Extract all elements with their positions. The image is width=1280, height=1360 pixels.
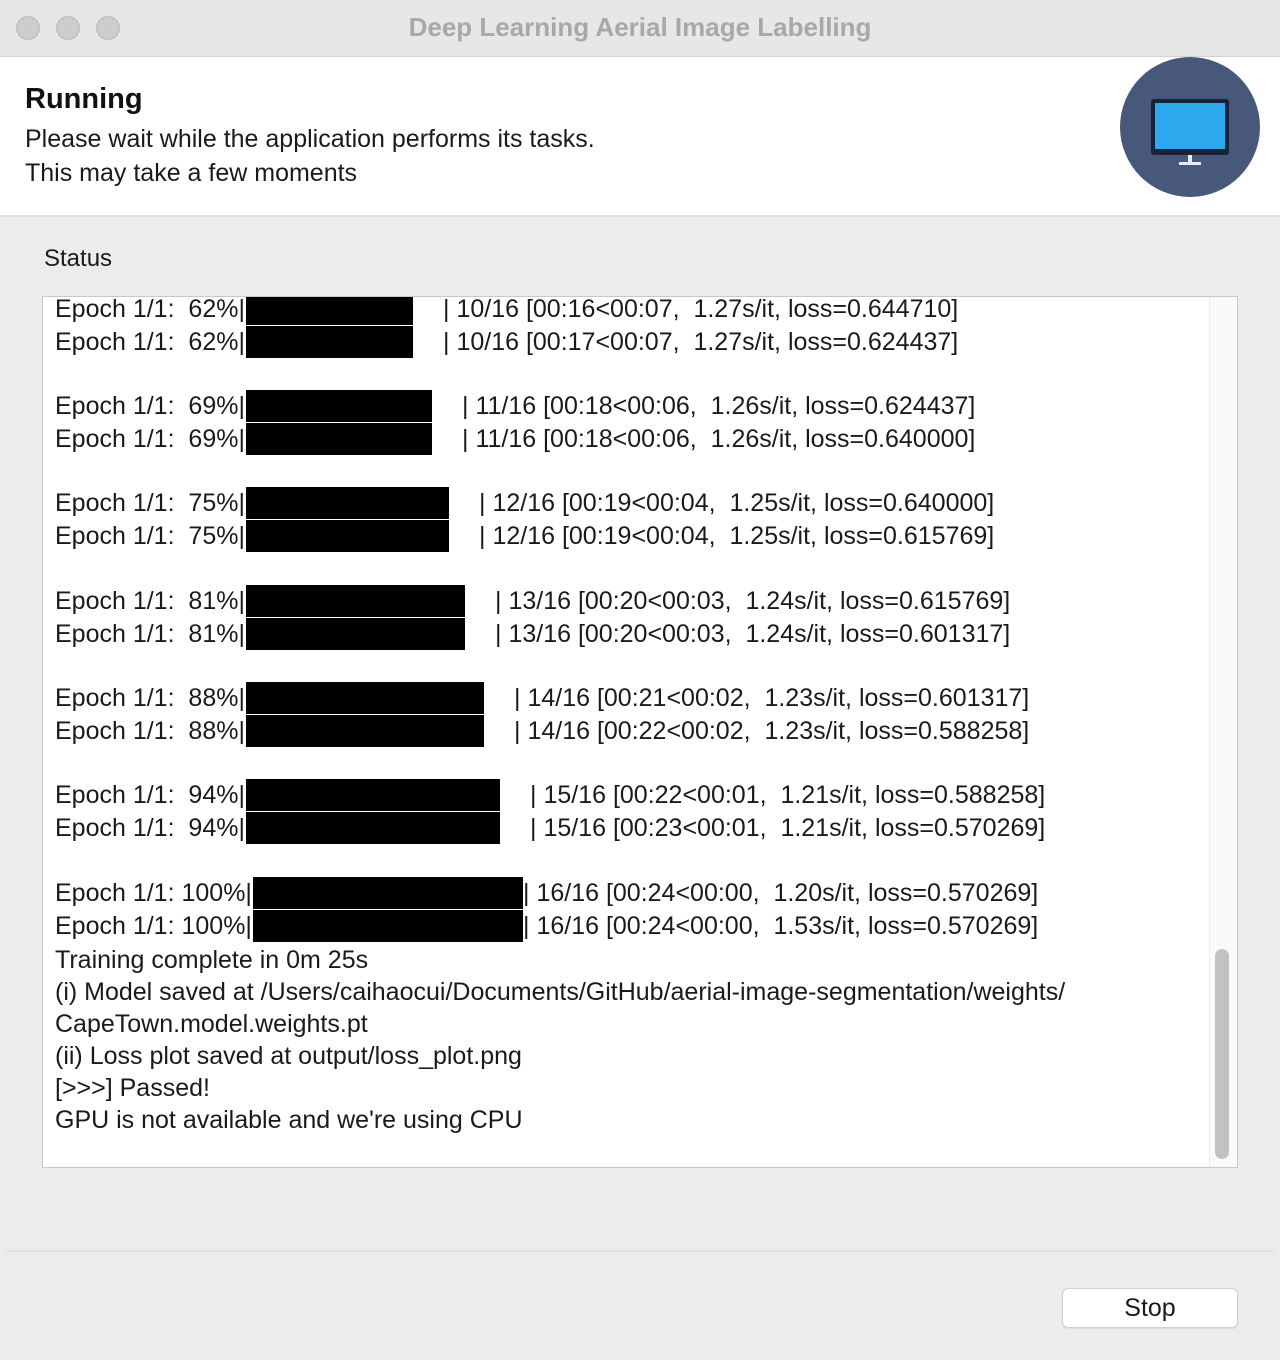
log-progress-detail: | 14/16 [00:21<00:02, 1.23s/it, loss=0.6… bbox=[514, 684, 1030, 712]
scrollbar-thumb[interactable] bbox=[1215, 949, 1229, 1159]
log-progress-line: Epoch 1/1: 75%| | 12/16 [00:19<00:04, 1.2… bbox=[55, 520, 1205, 552]
log-progress-prefix: Epoch 1/1: 94%| bbox=[55, 781, 245, 809]
log-progress-bar bbox=[253, 910, 523, 942]
log-summary-line: (ii) Loss plot saved at output/loss_plot… bbox=[55, 1042, 522, 1070]
title-bar: Deep Learning Aerial Image Labelling bbox=[0, 0, 1280, 57]
log-summary-line: GPU is not available and we're using CPU bbox=[55, 1106, 523, 1134]
log-progress-prefix: Epoch 1/1: 88%| bbox=[55, 717, 245, 745]
log-progress-prefix: Epoch 1/1: 100%| bbox=[55, 912, 252, 940]
log-progress-prefix: Epoch 1/1: 62%| bbox=[55, 328, 245, 356]
status-log[interactable]: Epoch 1/1: 62%| | 10/16 [00:16<00:07, 1.2… bbox=[42, 296, 1238, 1168]
log-progress-line: Epoch 1/1: 81%| | 13/16 [00:20<00:03, 1.2… bbox=[55, 585, 1205, 617]
log-progress-bar bbox=[246, 682, 484, 714]
log-progress-line: Epoch 1/1: 94%| | 15/16 [00:22<00:01, 1.2… bbox=[55, 779, 1205, 811]
log-progress-detail: | 16/16 [00:24<00:00, 1.20s/it, loss=0.5… bbox=[523, 879, 1039, 907]
log-summary-line: (i) Model saved at /Users/caihaocui/Docu… bbox=[55, 978, 1066, 1006]
log-progress-bar bbox=[246, 585, 465, 617]
log-summary-line: [>>>] Passed! bbox=[55, 1074, 210, 1102]
log-progress-detail: | 15/16 [00:22<00:01, 1.21s/it, loss=0.5… bbox=[530, 781, 1046, 809]
log-progress-detail: | 15/16 [00:23<00:01, 1.21s/it, loss=0.5… bbox=[530, 814, 1046, 842]
log-progress-line: Epoch 1/1: 69%| | 11/16 [00:18<00:06, 1.2… bbox=[55, 390, 1205, 422]
header-description-line-1: Please wait while the application perfor… bbox=[25, 125, 595, 153]
log-progress-prefix: Epoch 1/1: 94%| bbox=[55, 814, 245, 842]
header-description-line-2: This may take a few moments bbox=[25, 159, 358, 187]
log-progress-detail: | 10/16 [00:16<00:07, 1.27s/it, loss=0.6… bbox=[443, 296, 959, 323]
log-progress-bar bbox=[246, 618, 465, 650]
log-progress-bar bbox=[246, 423, 432, 455]
log-progress-detail: | 11/16 [00:18<00:06, 1.26s/it, loss=0.6… bbox=[462, 425, 976, 453]
log-progress-line: Epoch 1/1: 62%| | 10/16 [00:16<00:07, 1.2… bbox=[55, 296, 1205, 325]
log-progress-detail: | 10/16 [00:17<00:07, 1.27s/it, loss=0.6… bbox=[443, 328, 959, 356]
log-summary-line: Training complete in 0m 25s bbox=[55, 946, 369, 974]
log-progress-line: Epoch 1/1: 81%| | 13/16 [00:20<00:03, 1.2… bbox=[55, 618, 1205, 650]
log-progress-bar bbox=[246, 487, 449, 519]
log-progress-bar bbox=[246, 520, 449, 552]
log-summary-line: CapeTown.model.weights.pt bbox=[55, 1010, 368, 1038]
log-progress-line: Epoch 1/1: 88%| | 14/16 [00:22<00:02, 1.2… bbox=[55, 715, 1205, 747]
log-progress-bar bbox=[246, 297, 413, 325]
log-progress-prefix: Epoch 1/1: 88%| bbox=[55, 684, 245, 712]
log-progress-prefix: Epoch 1/1: 81%| bbox=[55, 587, 245, 615]
log-progress-line: Epoch 1/1: 69%| | 11/16 [00:18<00:06, 1.2… bbox=[55, 423, 1205, 455]
log-progress-detail: | 12/16 [00:19<00:04, 1.25s/it, loss=0.6… bbox=[479, 522, 995, 550]
log-progress-line: Epoch 1/1: 94%| | 15/16 [00:23<00:01, 1.2… bbox=[55, 812, 1205, 844]
page-title: Running bbox=[25, 83, 143, 115]
log-progress-detail: | 14/16 [00:22<00:02, 1.23s/it, loss=0.5… bbox=[514, 717, 1030, 745]
log-progress-line: Epoch 1/1: 62%| | 10/16 [00:17<00:07, 1.2… bbox=[55, 326, 1205, 358]
log-progress-prefix: Epoch 1/1: 75%| bbox=[55, 489, 245, 517]
log-progress-prefix: Epoch 1/1: 81%| bbox=[55, 620, 245, 648]
log-progress-bar bbox=[246, 715, 484, 747]
monitor-icon bbox=[1120, 57, 1260, 197]
log-progress-detail: | 12/16 [00:19<00:04, 1.25s/it, loss=0.6… bbox=[479, 489, 995, 517]
log-progress-bar bbox=[246, 812, 500, 844]
log-progress-prefix: Epoch 1/1: 62%| bbox=[55, 296, 245, 323]
log-progress-line: Epoch 1/1: 88%| | 14/16 [00:21<00:02, 1.2… bbox=[55, 682, 1205, 714]
log-progress-line: Epoch 1/1: 100%| | 16/16 [00:24<00:00, 1.… bbox=[55, 877, 1205, 909]
log-progress-bar bbox=[253, 877, 523, 909]
log-progress-prefix: Epoch 1/1: 100%| bbox=[55, 879, 252, 907]
log-progress-detail: | 13/16 [00:20<00:03, 1.24s/it, loss=0.6… bbox=[495, 587, 1011, 615]
log-progress-prefix: Epoch 1/1: 69%| bbox=[55, 425, 245, 453]
log-progress-line: Epoch 1/1: 100%| | 16/16 [00:24<00:00, 1.… bbox=[55, 910, 1205, 942]
stop-button[interactable]: Stop bbox=[1062, 1288, 1238, 1328]
log-progress-detail: | 11/16 [00:18<00:06, 1.26s/it, loss=0.6… bbox=[462, 392, 976, 420]
log-progress-detail: | 16/16 [00:24<00:00, 1.53s/it, loss=0.5… bbox=[523, 912, 1039, 940]
log-progress-bar bbox=[246, 326, 413, 358]
log-progress-bar bbox=[246, 779, 500, 811]
log-progress-detail: | 13/16 [00:20<00:03, 1.24s/it, loss=0.6… bbox=[495, 620, 1011, 648]
log-progress-prefix: Epoch 1/1: 75%| bbox=[55, 522, 245, 550]
log-progress-bar bbox=[246, 390, 432, 422]
status-label: Status bbox=[44, 245, 113, 272]
footer-divider bbox=[6, 1250, 1274, 1252]
window-title: Deep Learning Aerial Image Labelling bbox=[408, 12, 872, 42]
log-progress-line: Epoch 1/1: 75%| | 12/16 [00:19<00:04, 1.2… bbox=[55, 487, 1205, 519]
log-progress-prefix: Epoch 1/1: 69%| bbox=[55, 392, 245, 420]
header-panel: Running Please wait while the applicatio… bbox=[0, 57, 1280, 217]
